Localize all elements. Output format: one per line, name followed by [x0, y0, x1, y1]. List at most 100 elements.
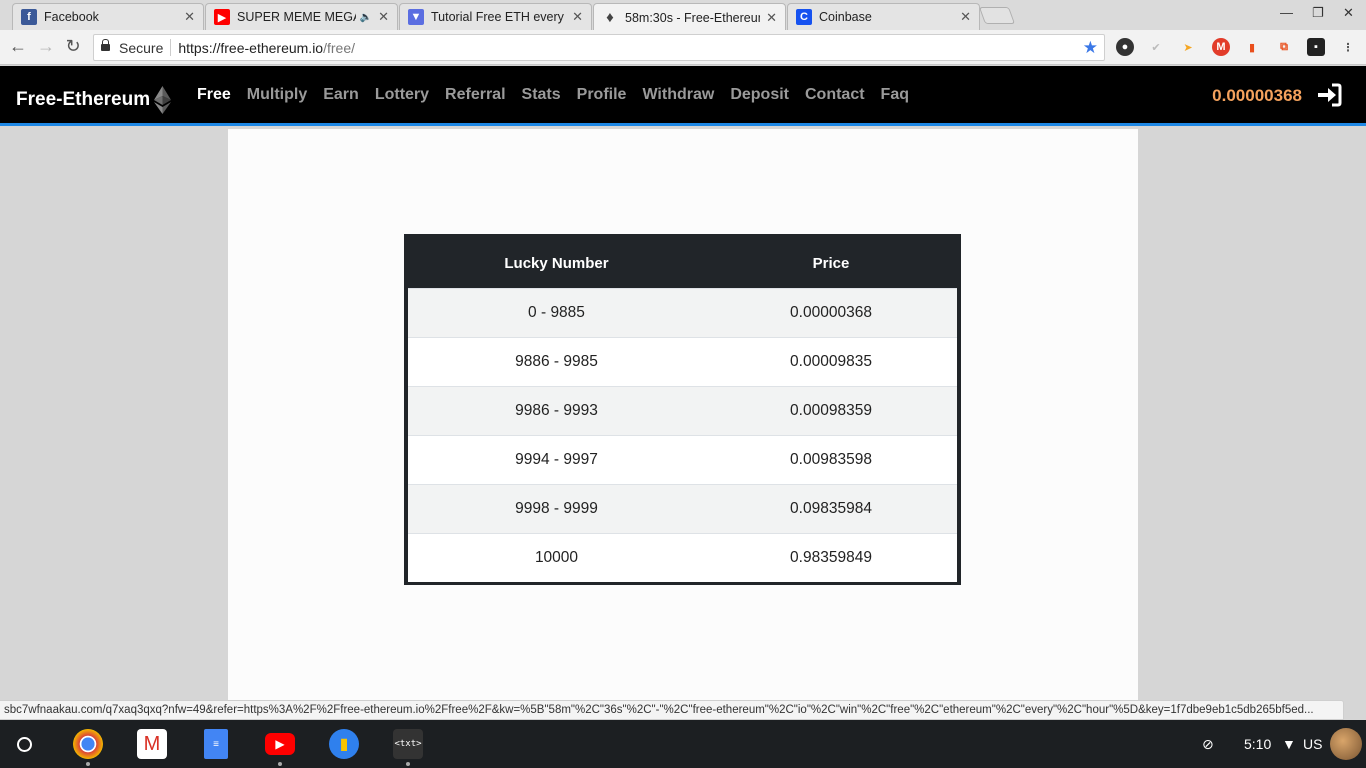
- account-balance: 0.00000368: [1212, 86, 1302, 105]
- tab-close-icon[interactable]: ✕: [184, 9, 195, 25]
- tab-close-icon[interactable]: ✕: [766, 10, 777, 26]
- nav-free[interactable]: Free: [197, 86, 231, 104]
- nav-withdraw[interactable]: Withdraw: [642, 86, 714, 104]
- table-row: 9994 - 9997 0.00983598: [408, 435, 957, 484]
- keep-app-icon[interactable]: ▮: [329, 729, 359, 759]
- browser-tab[interactable]: f Facebook ✕: [12, 3, 204, 30]
- text-editor-app-icon[interactable]: <txt>: [393, 729, 423, 766]
- new-tab-button[interactable]: [978, 7, 1016, 24]
- nav-profile[interactable]: Profile: [577, 86, 627, 104]
- prize-amount: 0.98359849: [790, 549, 872, 566]
- table-row: 9998 - 9999 0.09835984: [408, 484, 957, 533]
- bookmark-star-icon[interactable]: ★: [1083, 38, 1098, 58]
- extension-circle-icon[interactable]: ●: [1116, 38, 1134, 56]
- lucky-number-range: 9994 - 9997: [515, 451, 598, 468]
- prize-amount: 0.00009835: [790, 353, 872, 370]
- table-row: 9886 - 9985 0.00009835: [408, 337, 957, 386]
- tab-title: SUPER MEME MEGAM: [237, 10, 356, 24]
- header-lucky-number: Lucky Number: [504, 254, 609, 272]
- extension-arrow-icon[interactable]: ➤: [1179, 38, 1197, 56]
- ethereum-logo-icon: [154, 86, 172, 114]
- browser-tab[interactable]: C Coinbase ✕: [787, 3, 980, 30]
- notifications-off-icon[interactable]: ⊘: [1202, 736, 1214, 753]
- wifi-icon[interactable]: ▼: [1282, 736, 1296, 752]
- tab-title: Coinbase: [819, 10, 872, 24]
- ethereum-icon: ♦: [606, 9, 614, 26]
- prize-amount: 0.00000368: [790, 304, 872, 321]
- prize-amount: 0.09835984: [790, 500, 872, 517]
- prize-table-body: 0 - 9885 0.00000368 9886 - 9985 0.00009835 9…: [408, 288, 957, 582]
- table-row: 9986 - 9993 0.00098359: [408, 386, 957, 435]
- bookmark-app-icon: ▼: [408, 9, 424, 25]
- secure-label: Secure: [119, 39, 164, 56]
- os-shelf: M ≡ ▶ ▮ <txt> ⊘ 5:10 ▼ US: [0, 720, 1366, 768]
- tab-close-icon[interactable]: ✕: [572, 9, 583, 25]
- nav-earn[interactable]: Earn: [323, 86, 359, 104]
- lucky-number-range: 9886 - 9985: [515, 353, 598, 370]
- nav-referral[interactable]: Referral: [445, 86, 505, 104]
- prize-table-header: Lucky Number Price: [408, 238, 957, 288]
- brand-name: Free-Ethereum: [16, 89, 151, 110]
- table-row: 0 - 9885 0.00000368: [408, 288, 957, 337]
- browser-toolbar: ← → ↻ Secure https://free-ethereum.io /f…: [0, 30, 1366, 65]
- coinbase-icon: C: [796, 9, 812, 25]
- tab-title: Facebook: [44, 10, 99, 24]
- close-window-icon[interactable]: ✕: [1343, 5, 1354, 21]
- facebook-icon: f: [21, 9, 37, 25]
- launcher-icon[interactable]: [17, 737, 32, 752]
- youtube-icon: ▶: [214, 9, 230, 25]
- office-icon[interactable]: ▮: [1243, 38, 1261, 56]
- restore-icon[interactable]: ❐: [1312, 5, 1324, 21]
- user-avatar[interactable]: [1330, 728, 1362, 760]
- chrome-menu-icon[interactable]: ⋮: [1339, 38, 1357, 56]
- address-bar[interactable]: Secure https://free-ethereum.io /free/ ★: [93, 34, 1105, 61]
- tab-title: Tutorial Free ETH every h: [431, 10, 567, 24]
- browser-tab[interactable]: ♦ 58m:30s - Free-Ethereum ✕: [593, 3, 786, 31]
- browser-tab[interactable]: ▼ Tutorial Free ETH every h ✕: [399, 3, 592, 30]
- browser-tab-strip: f Facebook ✕ ▶ SUPER MEME MEGAM 🔈 ✕ ▼ Tutorial F…: [0, 0, 1366, 31]
- docs-app-icon[interactable]: ≡: [204, 729, 228, 759]
- minimize-icon[interactable]: —: [1280, 5, 1293, 20]
- table-row: 10000 0.98359849: [408, 533, 957, 582]
- login-icon[interactable]: [1316, 83, 1342, 107]
- browser-tab[interactable]: ▶ SUPER MEME MEGAM 🔈 ✕: [205, 3, 398, 30]
- prize-table: Lucky Number Price 0 - 9885 0.00000368 988…: [404, 234, 961, 585]
- input-locale[interactable]: US: [1303, 736, 1322, 752]
- nav-multiply[interactable]: Multiply: [247, 86, 307, 104]
- status-link-bubble: sbc7wfnaakau.com/q7xaq3qxq?nfw=49&refer=…: [0, 700, 1344, 720]
- site-navbar: Free-Ethereum Free Multiply Earn Lottery Ref…: [0, 66, 1366, 126]
- nav-lottery[interactable]: Lottery: [375, 86, 429, 104]
- reload-icon[interactable]: ↻: [62, 36, 84, 57]
- clock-time[interactable]: 5:10: [1244, 736, 1271, 752]
- extension-m-icon[interactable]: M: [1212, 38, 1230, 56]
- extension-crop-icon[interactable]: ⧉: [1275, 38, 1293, 56]
- prize-amount: 0.00983598: [790, 451, 872, 468]
- lucky-number-range: 10000: [534, 549, 579, 566]
- tab-audio-icon[interactable]: 🔈: [360, 12, 372, 23]
- tab-title: 58m:30s - Free-Ethereum: [625, 10, 761, 25]
- tab-close-icon[interactable]: ✕: [960, 9, 971, 25]
- nav-contact[interactable]: Contact: [805, 86, 865, 104]
- omnibox-divider: [170, 39, 172, 56]
- extension-badge-icon[interactable]: ▪: [1307, 38, 1325, 56]
- youtube-app-icon[interactable]: ▶: [265, 733, 295, 766]
- lucky-number-range: 9986 - 9993: [515, 402, 598, 419]
- nav-stats[interactable]: Stats: [522, 86, 561, 104]
- nav-faq[interactable]: Faq: [881, 86, 909, 104]
- extension-check-icon[interactable]: ✔: [1147, 38, 1165, 56]
- header-price: Price: [812, 254, 850, 272]
- tab-close-icon[interactable]: ✕: [378, 9, 389, 25]
- gmail-app-icon[interactable]: M: [137, 729, 167, 759]
- nav-deposit[interactable]: Deposit: [730, 86, 789, 104]
- lucky-number-range: 0 - 9885: [528, 304, 585, 321]
- lucky-number-range: 9998 - 9999: [515, 500, 598, 517]
- prize-amount: 0.00098359: [790, 402, 872, 419]
- site-logo[interactable]: Free-Ethereum: [16, 86, 172, 114]
- back-icon[interactable]: ←: [7, 36, 29, 57]
- url-path: /free/: [323, 39, 356, 56]
- lock-icon: [101, 38, 110, 53]
- main-menu: Free Multiply Earn Lottery Referral Stats Prof…: [197, 86, 925, 104]
- chrome-app-icon[interactable]: [73, 729, 103, 766]
- url-host: https://free-ethereum.io: [178, 39, 324, 56]
- forward-icon[interactable]: →: [35, 36, 57, 57]
